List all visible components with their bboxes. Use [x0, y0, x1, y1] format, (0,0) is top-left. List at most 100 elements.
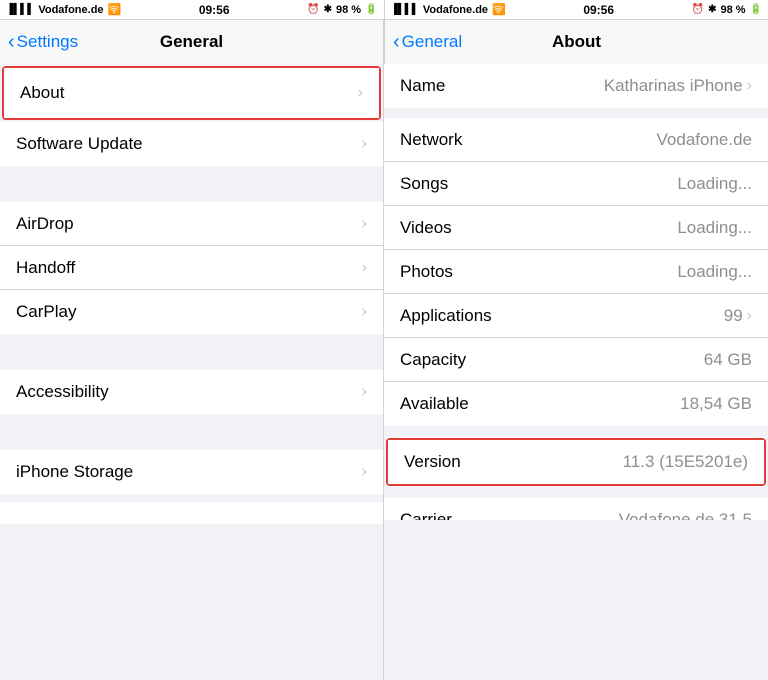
carplay-chevron-icon: ›: [362, 303, 367, 321]
carrier-row: Carrier Vodafone.de 31.5: [384, 498, 768, 520]
photos-row: Photos Loading...: [384, 250, 768, 294]
separator-1: [0, 166, 383, 202]
iphone-storage-chevron-icon: ›: [362, 463, 367, 481]
airdrop-chevron-icon: ›: [362, 215, 367, 233]
songs-label: Songs: [400, 174, 448, 194]
network-row: Network Vodafone.de: [384, 118, 768, 162]
carplay-row-right: ›: [362, 303, 367, 321]
airdrop-row[interactable]: AirDrop ›: [0, 202, 383, 246]
songs-value: Loading...: [677, 174, 752, 194]
right-status-bar: ▐▌▌▌ Vodafone.de 🛜 09:56 ⏰ ✱ 98 % 🔋: [385, 0, 768, 20]
right-status-carrier-group: ▐▌▌▌ Vodafone.de 🛜: [391, 3, 506, 16]
photos-label: Photos: [400, 262, 453, 282]
accessibility-row-right: ›: [362, 383, 367, 401]
right-status-right-group: ⏰ ✱ 98 % 🔋: [692, 4, 762, 16]
accessibility-row[interactable]: Accessibility ›: [0, 370, 383, 414]
iphone-storage-group: iPhone Storage ›: [0, 450, 383, 494]
left-nav: ‹ Settings General: [0, 20, 384, 64]
software-update-row[interactable]: Software Update ›: [0, 122, 383, 166]
handoff-row[interactable]: Handoff ›: [0, 246, 383, 290]
partial-bottom-row: [0, 502, 383, 524]
about-label: About: [20, 83, 64, 103]
handoff-label: Handoff: [16, 258, 75, 278]
version-label: Version: [404, 452, 461, 472]
left-status-right-group: ⏰ ✱ 98 % 🔋: [307, 4, 377, 16]
videos-row: Videos Loading...: [384, 206, 768, 250]
network-value: Vodafone.de: [657, 130, 752, 150]
software-update-chevron-icon: ›: [362, 135, 367, 153]
carrier-group: Carrier Vodafone.de 31.5: [384, 498, 768, 520]
photos-value: Loading...: [677, 262, 752, 282]
videos-label: Videos: [400, 218, 452, 238]
separator-3: [0, 414, 383, 450]
applications-chevron-icon: ›: [747, 307, 752, 325]
separator-4: [0, 494, 383, 502]
name-chevron-icon: ›: [747, 77, 752, 95]
carplay-row[interactable]: CarPlay ›: [0, 290, 383, 334]
right-carrier-label: Vodafone.de: [423, 4, 488, 16]
accessibility-group: Accessibility ›: [0, 370, 383, 414]
left-bluetooth-icon: ✱: [324, 4, 332, 15]
available-value: 18,54 GB: [680, 394, 752, 414]
right-time: 09:56: [583, 3, 614, 17]
content-area: About › Software Update › AirDrop ›: [0, 64, 768, 680]
status-bar: ▐▌▌▌ Vodafone.de 🛜 09:56 ⏰ ✱ 98 % 🔋 ▐▌▌▌…: [0, 0, 768, 20]
left-battery-icon: 🔋: [365, 4, 377, 15]
airdrop-label: AirDrop: [16, 214, 74, 234]
left-carrier-label: Vodafone.de: [38, 4, 103, 16]
info-group: Network Vodafone.de Songs Loading... Vid…: [384, 118, 768, 426]
name-label: Name: [400, 76, 445, 96]
iphone-storage-label: iPhone Storage: [16, 462, 133, 482]
right-separator-3: [384, 488, 768, 498]
version-highlighted-section: Version 11.3 (15E5201e): [386, 438, 766, 486]
separator-2: [0, 334, 383, 370]
available-label: Available: [400, 394, 469, 414]
left-back-label: Settings: [17, 32, 78, 52]
right-back-chevron-icon: ‹: [393, 32, 400, 52]
about-highlighted-section: About ›: [2, 66, 381, 120]
about-row[interactable]: About ›: [4, 68, 379, 118]
applications-label: Applications: [400, 306, 492, 326]
partial-row-content[interactable]: [0, 502, 383, 524]
right-back-button[interactable]: ‹ General: [393, 32, 462, 52]
left-status-carrier-group: ▐▌▌▌ Vodafone.de 🛜: [6, 3, 121, 16]
left-alarm-icon: ⏰: [307, 4, 319, 15]
iphone-storage-row[interactable]: iPhone Storage ›: [0, 450, 383, 494]
right-battery-icon: 🔋: [750, 4, 762, 15]
right-panel: Name Katharinas iPhone › Network Vodafon…: [384, 64, 768, 680]
applications-value: 99: [724, 306, 743, 326]
videos-value: Loading...: [677, 218, 752, 238]
handoff-row-right: ›: [362, 259, 367, 277]
right-bluetooth-icon: ✱: [708, 4, 716, 15]
available-row: Available 18,54 GB: [384, 382, 768, 426]
right-nav-title: About: [552, 32, 601, 52]
software-update-label: Software Update: [16, 134, 143, 154]
right-signal-icon: ▐▌▌▌: [391, 4, 419, 15]
left-battery-label: 98 %: [336, 4, 361, 16]
software-update-group: Software Update ›: [0, 122, 383, 166]
network-label: Network: [400, 130, 462, 150]
right-separator-1: [384, 108, 768, 118]
applications-row[interactable]: Applications 99 ›: [384, 294, 768, 338]
name-row[interactable]: Name Katharinas iPhone ›: [384, 64, 768, 108]
accessibility-chevron-icon: ›: [362, 383, 367, 401]
applications-value-group: 99 ›: [724, 306, 752, 326]
left-panel: About › Software Update › AirDrop ›: [0, 64, 384, 680]
name-group: Name Katharinas iPhone ›: [384, 64, 768, 108]
accessibility-label: Accessibility: [16, 382, 109, 402]
capacity-value: 64 GB: [704, 350, 752, 370]
name-value: Katharinas iPhone: [604, 76, 743, 96]
left-back-button[interactable]: ‹ Settings: [8, 32, 78, 52]
handoff-chevron-icon: ›: [362, 259, 367, 277]
left-signal-icon: ▐▌▌▌: [6, 4, 34, 15]
name-value-group: Katharinas iPhone ›: [604, 76, 752, 96]
left-wifi-icon: 🛜: [108, 3, 122, 16]
left-back-chevron-icon: ‹: [8, 32, 15, 52]
version-row: Version 11.3 (15E5201e): [388, 440, 764, 484]
carrier-label: Carrier: [400, 510, 452, 520]
songs-row: Songs Loading...: [384, 162, 768, 206]
right-battery-label: 98 %: [720, 4, 745, 16]
about-chevron-icon: ›: [358, 84, 363, 102]
capacity-row: Capacity 64 GB: [384, 338, 768, 382]
airdrop-group: AirDrop › Handoff › CarPlay ›: [0, 202, 383, 334]
